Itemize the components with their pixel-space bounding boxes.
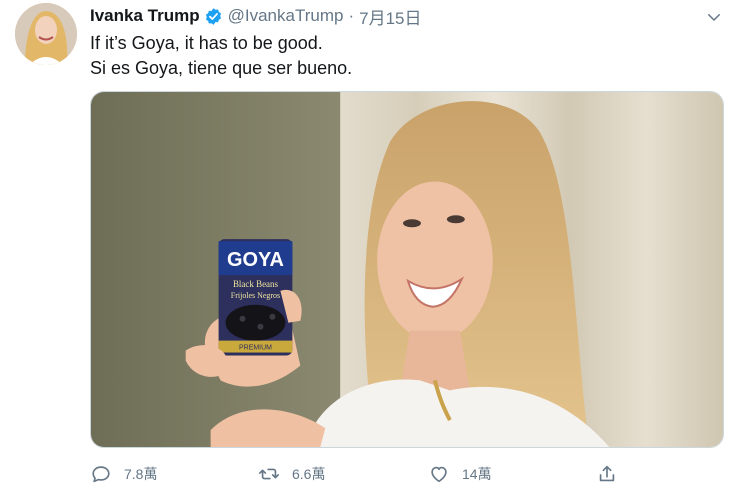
can-line-1: Black Beans: [233, 279, 279, 289]
display-name[interactable]: Ivanka Trump: [90, 6, 200, 26]
like-count: 14萬: [462, 466, 492, 482]
tweet-photo[interactable]: GOYA Black Beans Frijoles Negros PREMIUM: [90, 91, 724, 448]
can-bottom-label: PREMIUM: [239, 345, 272, 352]
share-button[interactable]: [596, 460, 618, 488]
tweet-header: Ivanka Trump @IvankaTrump · 7月15日: [90, 4, 422, 29]
tweet-date[interactable]: 7月15日: [359, 4, 421, 29]
tweet-text-line-spanish: Si es Goya, tiene que ser bueno.: [90, 58, 353, 78]
share-icon: [596, 463, 618, 485]
can-brand-label: GOYA: [227, 249, 284, 271]
heart-icon: [428, 463, 450, 485]
tweet-text: If it’s Goya, it has to be good. Si es G…: [90, 31, 352, 81]
reply-button[interactable]: 7.8萬: [90, 460, 157, 488]
can-line-2: Frijoles Negros: [231, 291, 280, 300]
tweet-actions: 7.8萬 6.6萬 14萬: [88, 460, 628, 488]
tweet-text-line-english: If it’s Goya, it has to be good.: [90, 33, 323, 53]
avatar[interactable]: [15, 3, 77, 65]
separator-dot: ·: [348, 6, 355, 25]
retweet-button[interactable]: 6.6萬: [258, 460, 325, 488]
retweet-count: 6.6萬: [292, 466, 326, 482]
handle[interactable]: @IvankaTrump: [228, 6, 344, 26]
like-button[interactable]: 14萬: [428, 460, 492, 488]
tweet[interactable]: Ivanka Trump @IvankaTrump · 7月15日 If it’…: [0, 0, 739, 501]
chevron-down-icon[interactable]: [705, 8, 723, 26]
verified-badge-icon: [204, 7, 223, 26]
retweet-icon: [258, 463, 280, 485]
reply-icon: [90, 463, 112, 485]
reply-count: 7.8萬: [124, 466, 158, 482]
